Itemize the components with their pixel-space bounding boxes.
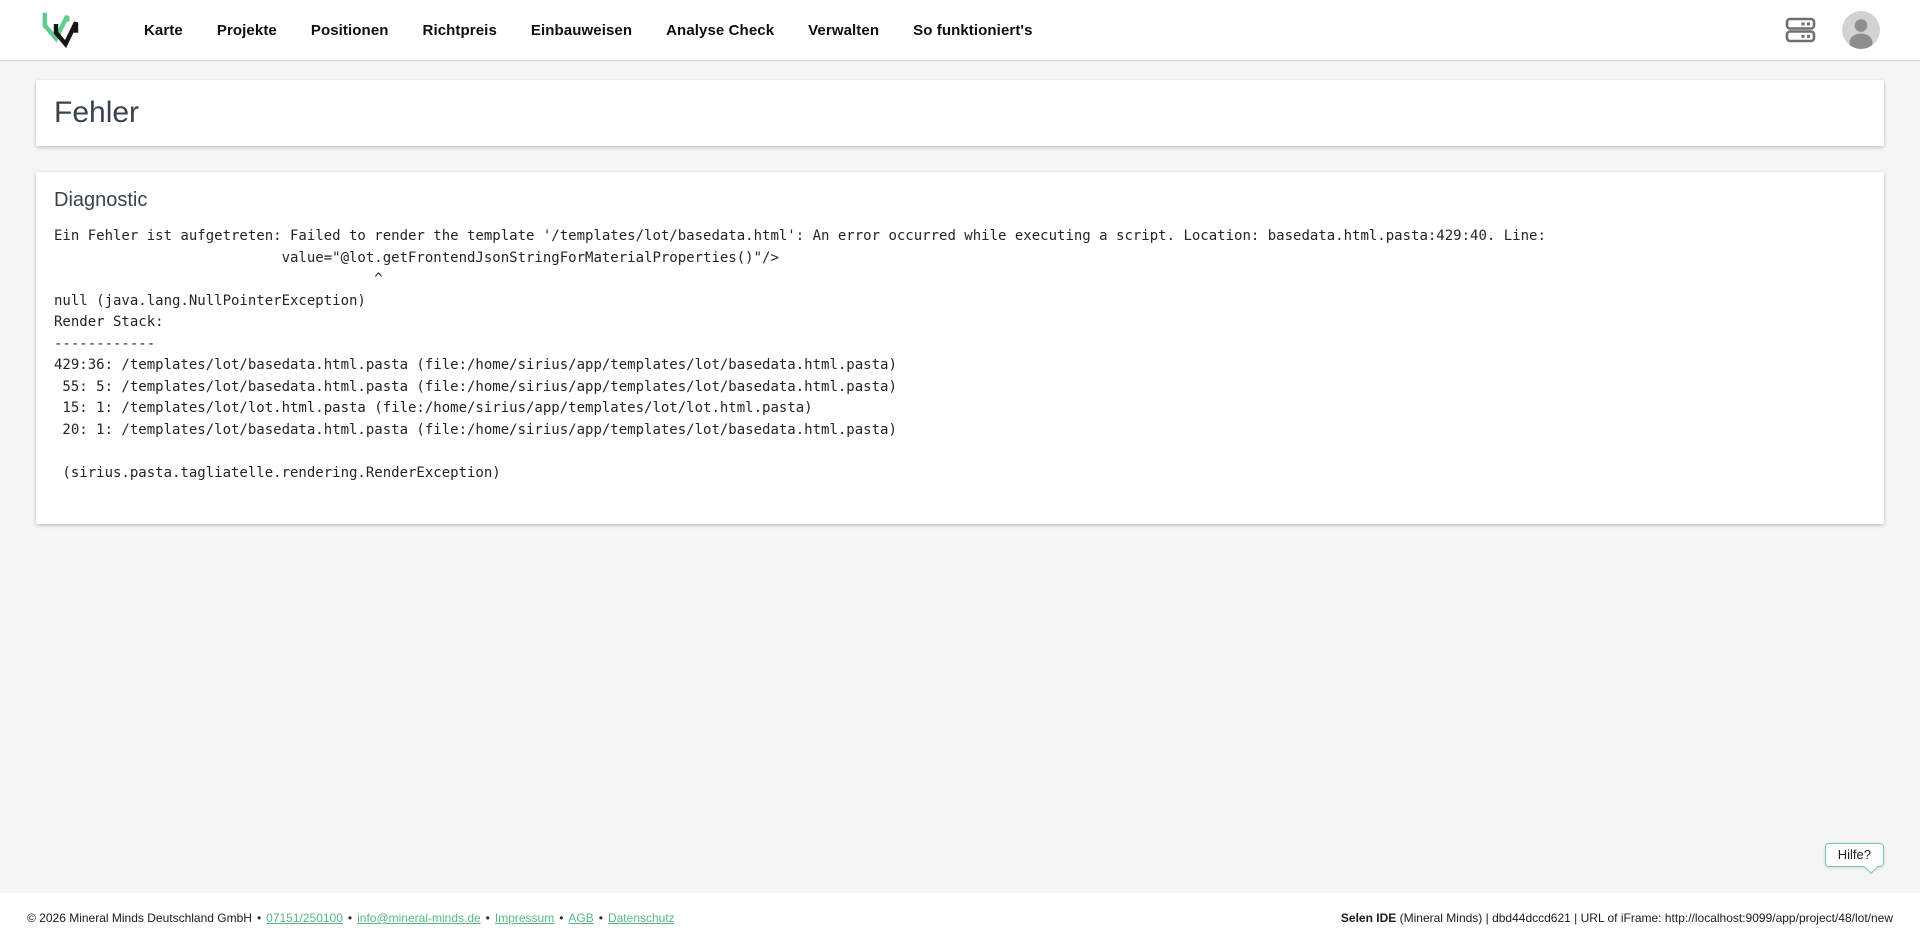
footer-separator: •	[486, 911, 490, 925]
footer-app-name: Selen IDE	[1341, 911, 1396, 925]
nav-item-karte[interactable]: Karte	[144, 22, 183, 39]
nav-item-einbauweisen[interactable]: Einbauweisen	[531, 22, 632, 39]
nav-item-so-funktionierts[interactable]: So funktioniert's	[913, 22, 1032, 39]
footer-left: © 2026 Mineral Minds Deutschland GmbH • …	[27, 911, 675, 925]
page-footer: © 2026 Mineral Minds Deutschland GmbH • …	[0, 893, 1920, 943]
help-button[interactable]: Hilfe?	[1825, 843, 1884, 867]
top-navbar: Karte Projekte Positionen Richtpreis Ein…	[0, 0, 1920, 61]
footer-agb-link[interactable]: AGB	[568, 911, 593, 925]
nav-links: Karte Projekte Positionen Richtpreis Ein…	[144, 22, 1033, 39]
nav-item-analyse-check[interactable]: Analyse Check	[666, 22, 774, 39]
diagnostic-card: Diagnostic Ein Fehler ist aufgetreten: F…	[36, 172, 1884, 524]
footer-datenschutz-link[interactable]: Datenschutz	[608, 911, 675, 925]
footer-separator: •	[599, 911, 603, 925]
diagnostic-heading: Diagnostic	[54, 189, 1866, 212]
footer-separator: •	[559, 911, 563, 925]
nav-item-richtpreis[interactable]: Richtpreis	[423, 22, 497, 39]
footer-impressum-link[interactable]: Impressum	[495, 911, 554, 925]
help-button-label: Hilfe?	[1838, 847, 1871, 862]
brand-logo[interactable]	[40, 8, 80, 53]
server-icon[interactable]	[1785, 16, 1816, 44]
footer-copyright: © 2026 Mineral Minds Deutschland GmbH	[27, 911, 252, 925]
footer-separator: •	[257, 911, 261, 925]
nav-item-verwalten[interactable]: Verwalten	[808, 22, 879, 39]
page-title-card: Fehler	[36, 80, 1884, 146]
footer-separator: •	[348, 911, 352, 925]
main-content: Fehler Diagnostic Ein Fehler ist aufgetr…	[0, 61, 1920, 893]
user-avatar[interactable]	[1842, 11, 1880, 49]
footer-debug-details: (Mineral Minds) | dbd44dccd621 | URL of …	[1396, 911, 1893, 925]
page-title: Fehler	[54, 96, 139, 130]
footer-debug-info: Selen IDE (Mineral Minds) | dbd44dccd621…	[1341, 911, 1893, 925]
footer-email-link[interactable]: info@mineral-minds.de	[357, 911, 481, 925]
navbar-actions	[1785, 11, 1880, 49]
nav-item-positionen[interactable]: Positionen	[311, 22, 389, 39]
mineral-minds-logo-icon	[40, 8, 80, 53]
app-root: Karte Projekte Positionen Richtpreis Ein…	[0, 0, 1920, 943]
footer-phone-link[interactable]: 07151/250100	[266, 911, 343, 925]
nav-item-projekte[interactable]: Projekte	[217, 22, 277, 39]
diagnostic-stacktrace: Ein Fehler ist aufgetreten: Failed to re…	[54, 226, 1866, 484]
